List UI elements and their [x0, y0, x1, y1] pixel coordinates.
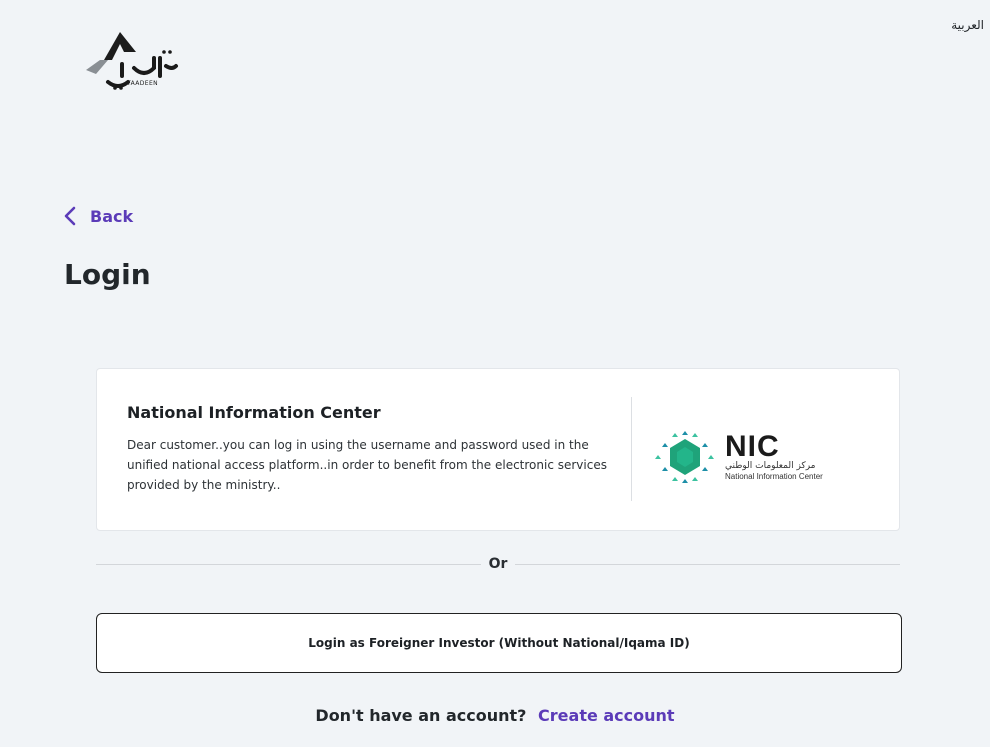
chevron-left-icon [64, 206, 76, 226]
signup-row: Don't have an account? Create account [0, 706, 990, 725]
create-account-link[interactable]: Create account [538, 706, 675, 725]
nic-card-description: Dear customer..you can log in using the … [127, 438, 607, 492]
logo-wordmark: TAADEEN [127, 80, 159, 87]
nic-hexagon-icon [655, 431, 714, 483]
page-title: Login [64, 258, 151, 291]
nic-login-card[interactable]: National Information Center Dear custome… [96, 368, 900, 531]
nic-arabic-name: مركز المعلومات الوطني [725, 461, 816, 471]
nic-card-title: National Information Center [127, 403, 381, 422]
foreign-investor-login-button[interactable]: Login as Foreigner Investor (Without Nat… [96, 613, 902, 673]
nic-english-name: National Information Center [725, 472, 823, 481]
nic-abbr: NIC [725, 430, 780, 463]
nic-card-divider [631, 397, 632, 501]
back-label: Back [90, 206, 134, 226]
divider-line-left [96, 563, 481, 565]
or-divider: Or [96, 554, 900, 574]
or-label: Or [488, 556, 508, 572]
signup-question: Don't have an account? [315, 706, 527, 725]
divider-line-right [515, 563, 900, 565]
back-button[interactable]: Back [64, 206, 133, 226]
nic-logo: NIC مركز المعلومات الوطني National Infor… [653, 425, 823, 489]
language-toggle-link[interactable]: العربية [951, 18, 984, 32]
